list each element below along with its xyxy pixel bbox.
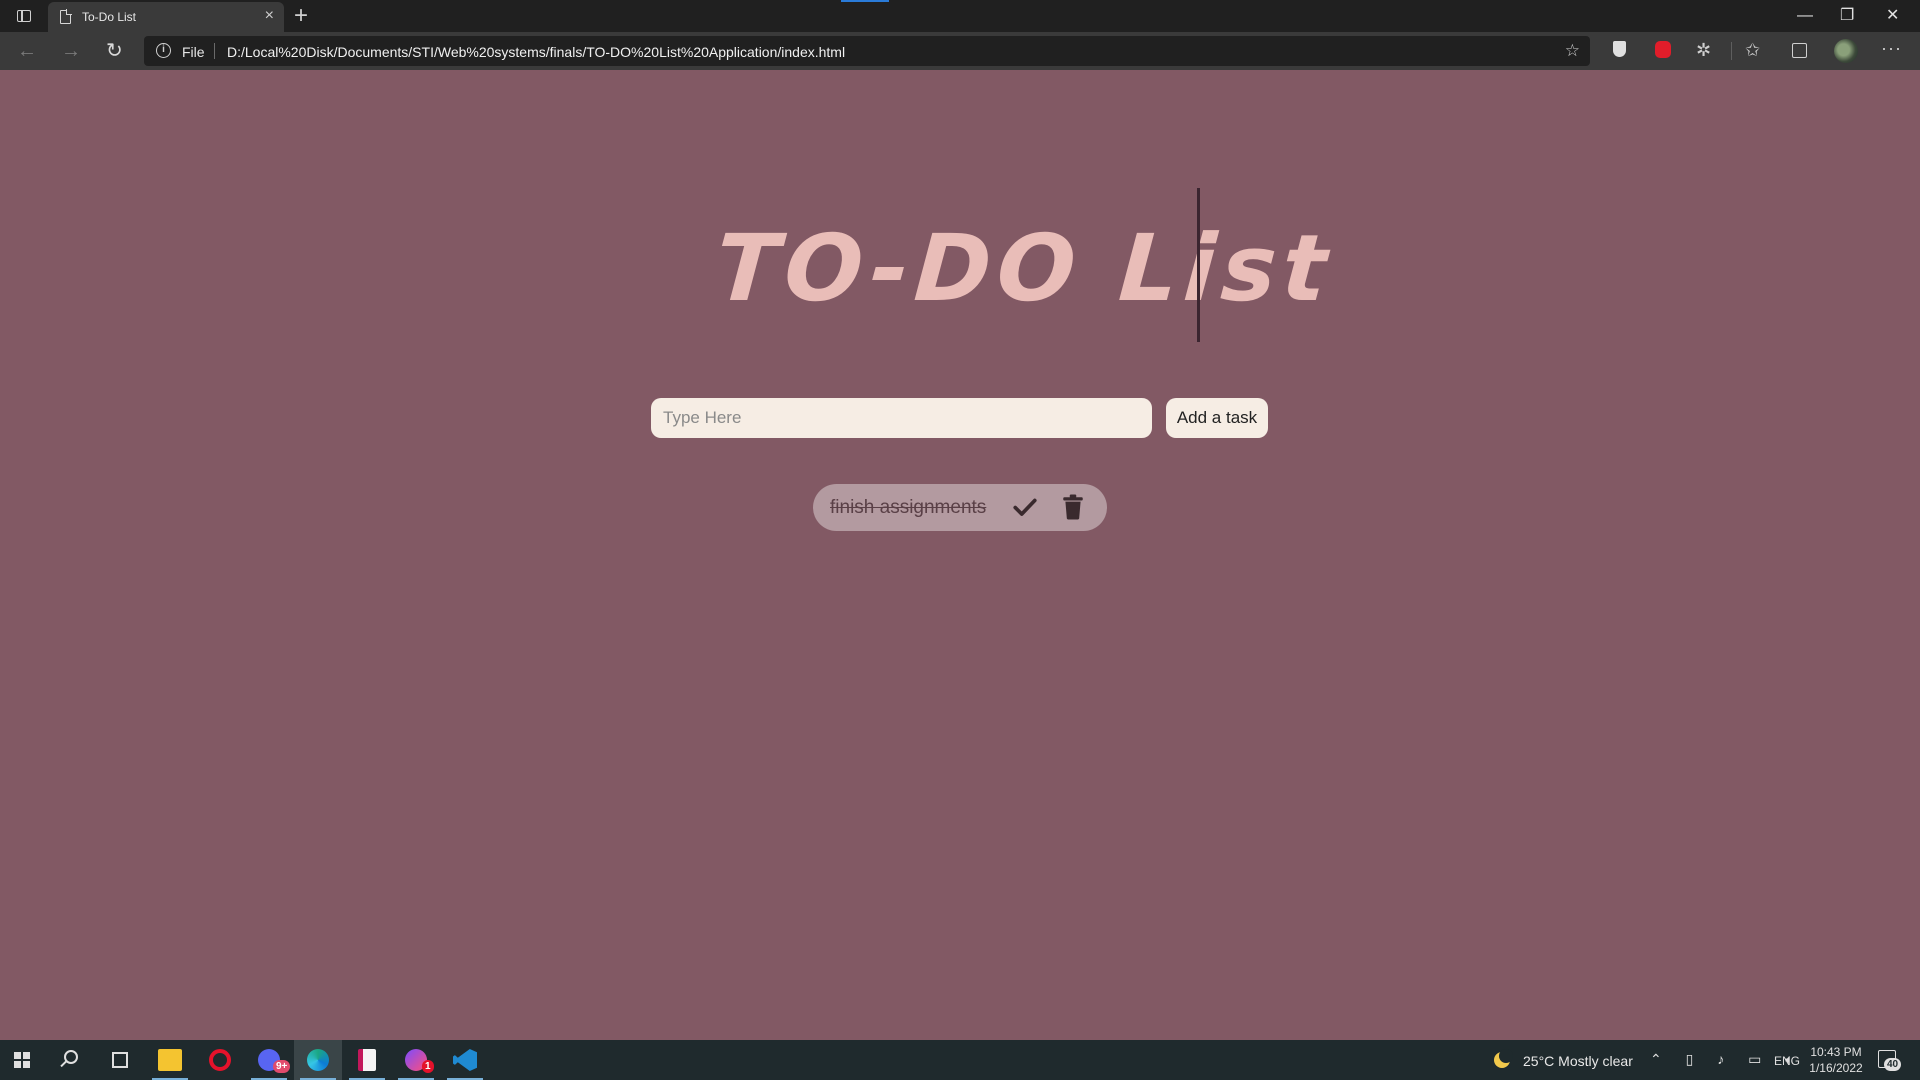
task-text: finish assignments <box>830 497 987 518</box>
toolbar-divider <box>1731 42 1732 60</box>
file-explorer-icon[interactable] <box>146 1040 194 1080</box>
check-icon[interactable] <box>1012 493 1038 521</box>
extensions-icon[interactable]: ✲ <box>1696 40 1716 60</box>
notification-count: 40 <box>1884 1058 1902 1071</box>
reload-icon[interactable]: ↻ <box>106 39 123 63</box>
messenger-icon[interactable]: 1 <box>392 1040 440 1080</box>
tab-close-icon[interactable]: × <box>265 7 274 25</box>
red-extension-icon[interactable] <box>1653 40 1673 60</box>
window-accent-bar <box>841 0 889 2</box>
browser-toolbar: ← → ↻ i File D:/Local%20Disk/Documents/S… <box>0 32 1920 70</box>
task-input[interactable] <box>651 398 1152 438</box>
clock-date: 1/16/2022 <box>1809 1061 1863 1075</box>
new-tab-icon[interactable]: + <box>294 2 308 30</box>
window-close-icon[interactable]: ✕ <box>1886 4 1899 28</box>
discord-badge: 9+ <box>273 1060 291 1073</box>
favorites-icon[interactable]: ✩ <box>1745 40 1765 60</box>
clock-time: 10:43 PM <box>1810 1045 1862 1059</box>
add-favorite-icon[interactable]: ☆ <box>1565 41 1580 61</box>
opera-icon[interactable] <box>196 1040 244 1080</box>
tab-title: To-Do List <box>82 10 137 24</box>
address-bar[interactable]: i File D:/Local%20Disk/Documents/STI/Web… <box>144 36 1590 66</box>
clock[interactable]: 10:43 PM 1/16/2022 <box>1808 1044 1864 1076</box>
language-indicator[interactable]: ENG <box>1774 1054 1800 1068</box>
window-restore-icon[interactable]: ❐ <box>1840 4 1854 28</box>
task-view-icon[interactable] <box>112 1052 128 1068</box>
tab-actions-icon[interactable] <box>14 7 34 25</box>
shield-extension-icon[interactable] <box>1610 40 1630 60</box>
page-title: TO-DO List <box>712 215 1337 322</box>
notes-icon[interactable] <box>343 1040 391 1080</box>
site-info-icon[interactable]: i <box>156 43 171 58</box>
back-icon[interactable]: ← <box>17 39 37 63</box>
trash-icon[interactable] <box>1062 494 1084 520</box>
url-text[interactable]: D:/Local%20Disk/Documents/STI/Web%20syst… <box>227 44 845 60</box>
add-task-button[interactable]: Add a task <box>1166 398 1268 438</box>
weather-text[interactable]: 25°C Mostly clear <box>1523 1053 1633 1069</box>
edge-icon[interactable] <box>294 1040 342 1080</box>
page-icon <box>60 9 72 24</box>
text-caret <box>1197 188 1200 342</box>
collections-icon[interactable] <box>1789 40 1809 60</box>
browser-tab-active[interactable]: To-Do List × <box>48 2 284 32</box>
scheme-label: File <box>182 44 205 60</box>
start-icon[interactable] <box>14 1052 30 1068</box>
forward-icon[interactable]: → <box>61 39 81 63</box>
search-icon[interactable] <box>64 1050 78 1064</box>
vscode-icon[interactable] <box>441 1040 489 1080</box>
weather-moon-icon[interactable] <box>1494 1049 1513 1068</box>
address-separator <box>214 43 215 59</box>
messenger-badge: 1 <box>422 1060 434 1073</box>
discord-icon[interactable]: 9+ <box>245 1040 293 1080</box>
list-item: finish assignments <box>813 484 1107 531</box>
more-menu-icon[interactable]: ··· <box>1881 38 1902 59</box>
profile-avatar[interactable] <box>1834 39 1858 63</box>
browser-tab-bar: To-Do List × + — ❐ ✕ <box>0 0 1920 32</box>
window-minimize-icon[interactable]: — <box>1797 4 1813 28</box>
